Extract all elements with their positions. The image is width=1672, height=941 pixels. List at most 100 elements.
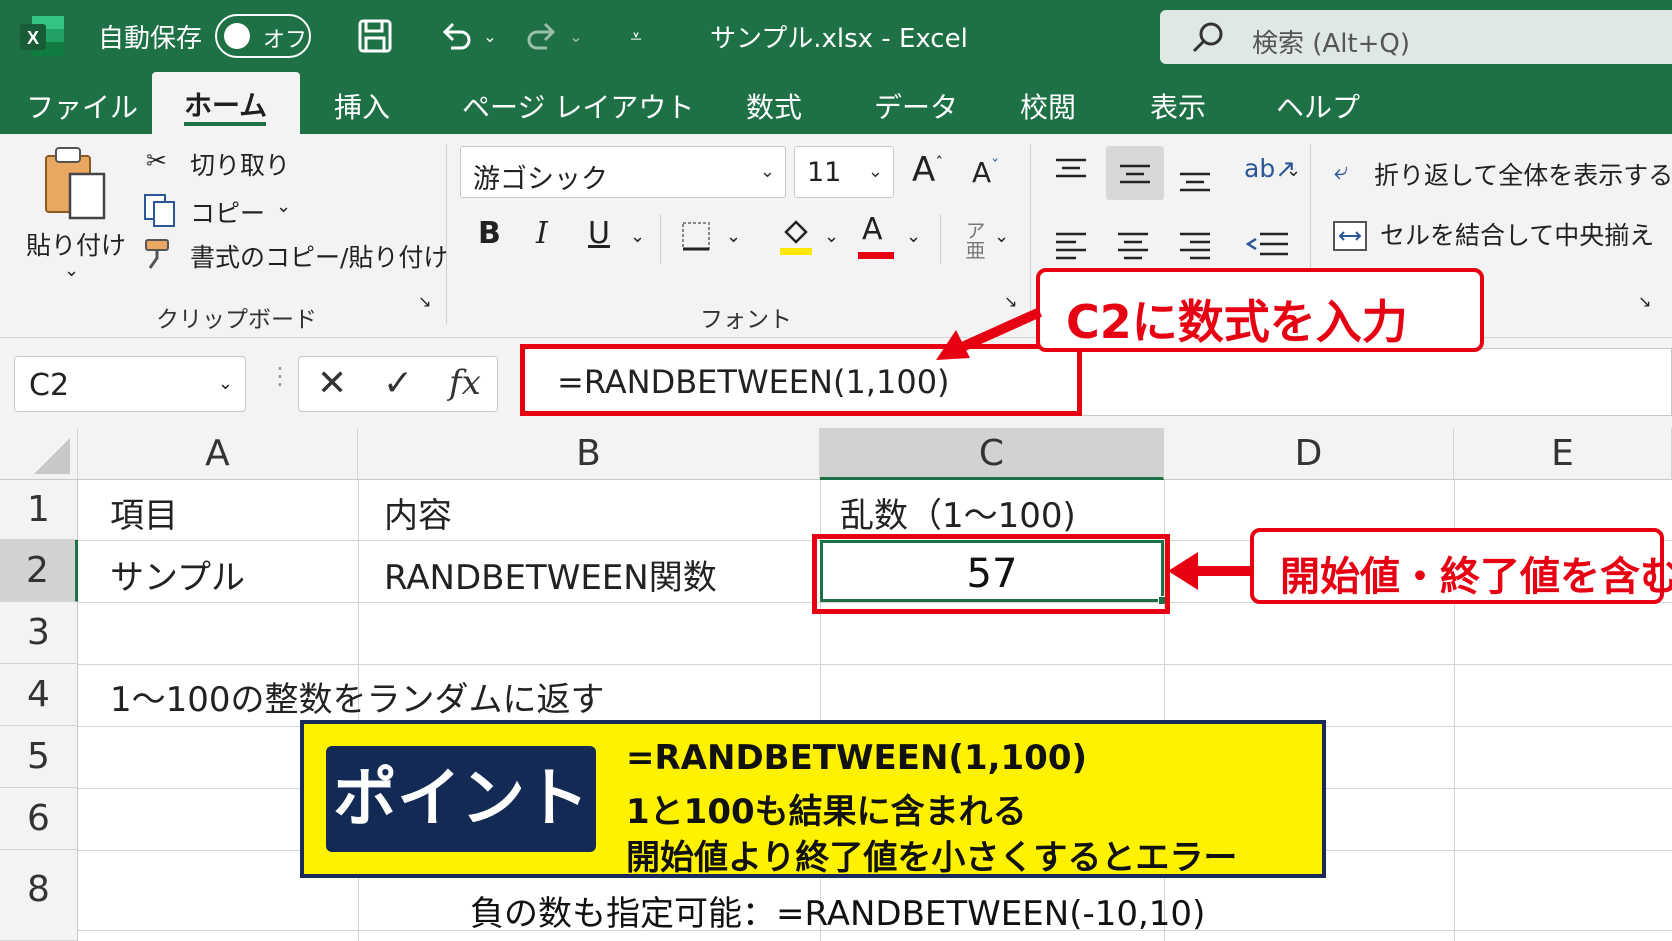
cell-b1[interactable]: 内容 [384,488,452,537]
tab-view[interactable]: 表示 [1150,86,1206,126]
tab-formulas[interactable]: 数式 [746,86,802,126]
svg-text:X: X [27,28,39,48]
underline-dropdown-icon[interactable]: ⌄ [630,226,645,247]
row-header-1[interactable]: 1 [0,480,78,540]
paste-label[interactable]: 貼り付け [26,226,126,262]
redo-icon[interactable] [522,14,562,58]
column-header-c[interactable]: C [820,428,1164,480]
tab-page-layout[interactable]: ページ レイアウト [462,86,694,126]
formula-callout: C2に数式を入力 [1036,268,1484,352]
font-size-dropdown[interactable]: 11 ⌄ [794,146,894,198]
copy-label[interactable]: コピー [190,194,265,230]
row-header-2[interactable]: 2 [0,540,78,602]
point-label: ポイント [326,746,596,852]
more-options-icon[interactable]: ⋮ [268,362,292,390]
wrap-text-icon[interactable]: ⤶ [1334,156,1348,186]
search-box[interactable]: 検索 (Alt+Q) [1160,10,1672,64]
cut-label[interactable]: 切り取り [190,146,290,182]
column-header-a[interactable]: A [78,428,358,480]
negative-number-note: 負の数も指定可能：=RANDBETWEEN(-10,10) [470,894,1206,934]
row-header-5[interactable]: 5 [0,726,78,788]
tab-home[interactable]: ホーム [152,72,300,134]
save-icon[interactable] [352,14,398,58]
tab-file[interactable]: ファイル [26,86,138,126]
chevron-down-icon: ⌄ [759,161,775,182]
decrease-font-size-icon[interactable]: Aˇ [972,156,999,189]
undo-icon[interactable] [436,14,476,58]
increase-font-size-icon[interactable]: Aˆ [912,150,943,190]
name-box[interactable]: C2 ⌄ [14,356,246,412]
row-header-6[interactable]: 6 [0,788,78,850]
cell-highlight-box [812,534,1170,614]
wrap-text-label[interactable]: 折り返して全体を表示する [1374,156,1672,192]
tab-data[interactable]: データ [874,86,958,126]
align-middle-button[interactable] [1106,146,1164,200]
align-center-icon[interactable] [1116,230,1150,264]
underline-button[interactable]: U [588,216,610,251]
font-color-glyph: A [862,212,883,247]
phonetic-dropdown-icon[interactable]: ⌄ [994,226,1009,247]
cut-icon[interactable]: ✂ [146,146,167,175]
font-name-dropdown[interactable]: 游ゴシック ⌄ [460,146,786,198]
clipboard-launcher-icon[interactable]: ↘ [418,292,431,311]
align-top-icon[interactable] [1054,156,1088,190]
cell-a1[interactable]: 項目 [110,488,178,537]
font-color-button[interactable]: A [858,212,894,259]
copy-icon[interactable] [142,192,178,232]
paste-dropdown-icon[interactable]: ⌄ [64,260,79,281]
column-header-e[interactable]: E [1454,428,1672,480]
align-right-icon[interactable] [1178,230,1212,264]
cell-callout: 開始値・終了値を含む [1250,528,1672,604]
paste-icon[interactable] [40,144,110,224]
align-left-icon[interactable] [1054,230,1088,264]
row-header-8[interactable]: 8 [0,850,78,941]
indent-icon[interactable] [1245,230,1290,264]
merge-dropdown-icon[interactable]: ⌄ [1636,218,1651,239]
ribbon-separator [940,214,941,264]
merge-center-label[interactable]: セルを結合して中央揃え [1380,216,1654,252]
active-tab-underline [184,122,266,126]
bold-button[interactable]: B [478,216,501,251]
row-header-3[interactable]: 3 [0,602,78,664]
orientation-dropdown-icon[interactable]: ⌄ [1286,160,1301,181]
fill-color-dropdown-icon[interactable]: ⌄ [824,226,839,247]
autosave-toggle[interactable]: オフ [215,14,311,58]
column-header-d[interactable]: D [1164,428,1454,480]
tab-review[interactable]: 校閲 [1020,86,1076,126]
format-painter-icon[interactable] [142,236,178,276]
cell-a2[interactable]: サンプル [110,550,245,599]
font-color-swatch [858,252,894,259]
ribbon-separator [1030,144,1031,324]
customize-qat-icon[interactable]: ⩡ [622,14,650,58]
window-title: サンプル.xlsx - Excel [710,24,968,54]
fill-color-icon[interactable] [778,216,814,260]
font-color-dropdown-icon[interactable]: ⌄ [906,226,921,247]
enter-formula-icon[interactable]: ✓ [383,363,413,404]
align-bottom-icon[interactable] [1178,164,1212,198]
redo-dropdown-icon[interactable]: ⌄ [566,14,586,58]
border-dropdown-icon[interactable]: ⌄ [726,226,741,247]
undo-dropdown-icon[interactable]: ⌄ [480,14,500,58]
point-line-3: 開始値より終了値を小さくするとエラー [626,838,1238,878]
cell-b2[interactable]: RANDBETWEEN関数 [384,550,717,599]
search-placeholder: 検索 (Alt+Q) [1252,29,1411,59]
format-painter-label[interactable]: 書式のコピー/貼り付け [190,238,448,274]
alignment-launcher-icon[interactable]: ↘ [1638,292,1651,311]
cell-a4[interactable]: 1～100の整数をランダムに返す [110,672,605,721]
row-header-4[interactable]: 4 [0,664,78,726]
column-header-b[interactable]: B [358,428,820,480]
border-icon[interactable] [680,220,712,256]
copy-dropdown-icon[interactable]: ⌄ [276,196,291,217]
cell-c1[interactable]: 乱数（1～100) [840,488,1076,537]
insert-function-icon[interactable]: fx [449,363,481,403]
select-all-button[interactable] [0,428,78,480]
tab-insert[interactable]: 挿入 [334,86,390,126]
italic-button[interactable]: I [536,216,548,251]
merge-center-icon[interactable] [1332,220,1368,256]
ribbon-separator [660,214,661,264]
tab-help[interactable]: ヘルプ [1276,86,1360,126]
cancel-formula-icon[interactable]: ✕ [317,363,347,404]
name-box-value: C2 [29,368,70,403]
tab-home-label: ホーム [184,89,268,122]
phonetic-icon[interactable]: ア亜 [960,220,989,260]
